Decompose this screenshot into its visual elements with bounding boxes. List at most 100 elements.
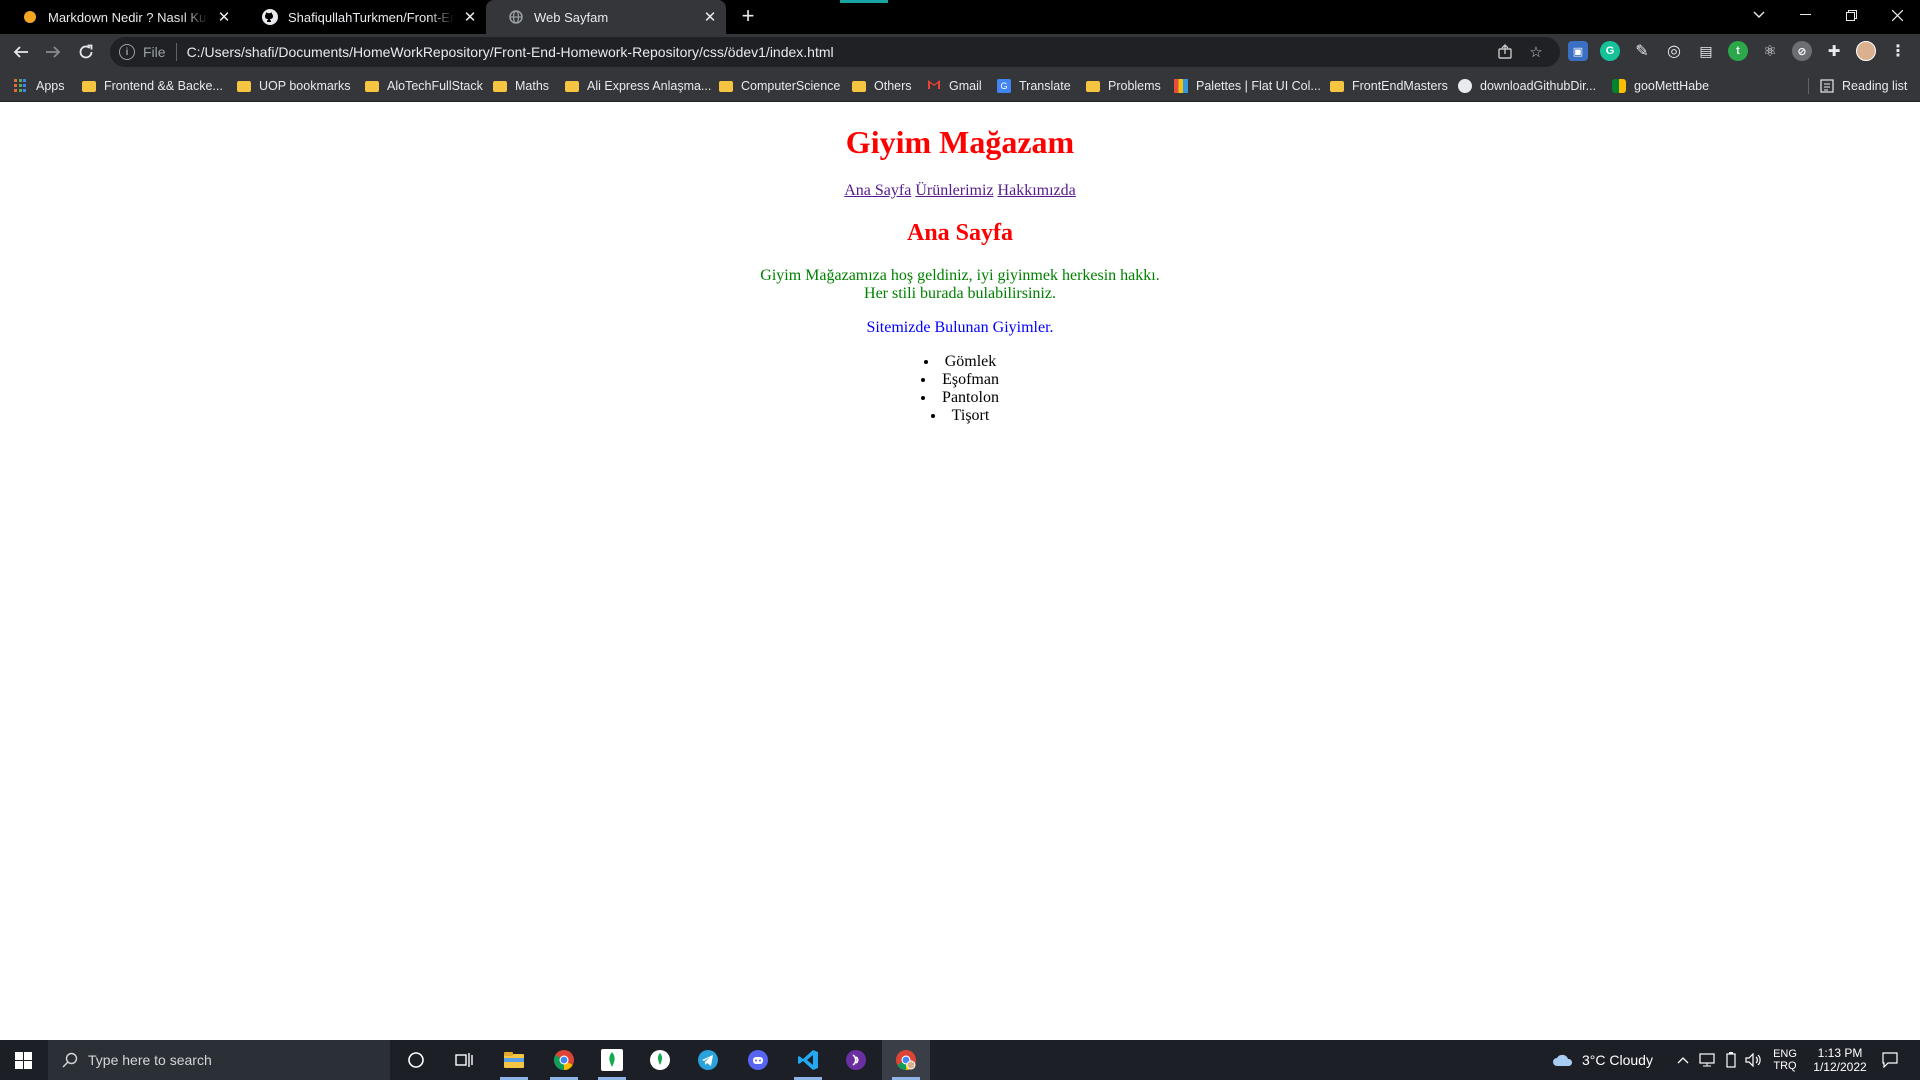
mongodb-icon[interactable] <box>588 1040 636 1080</box>
extensions-puzzle-icon[interactable]: ✚ <box>1824 41 1844 61</box>
share-icon[interactable] <box>1495 42 1515 62</box>
battery-icon[interactable] <box>1720 1040 1742 1080</box>
chrome-icon[interactable] <box>540 1040 588 1080</box>
browser-tab-strip: Markdown Nedir ? Nasıl Kullanılır ✕ Shaf… <box>0 0 1920 34</box>
nav-link-hakkimizda[interactable]: Hakkımızda <box>998 182 1076 199</box>
list-item: Eşofman <box>0 371 1920 389</box>
vscode-icon[interactable] <box>784 1040 832 1080</box>
tab-github[interactable]: ShafiqullahTurkmen/Front-End-H ✕ <box>240 0 486 34</box>
telegram-icon[interactable] <box>684 1040 732 1080</box>
welcome-line-2: Her stili burada bulabilirsiniz. <box>864 285 1056 302</box>
network-icon[interactable] <box>1696 1040 1718 1080</box>
list-item: Pantolon <box>0 389 1920 407</box>
nav-link-urunlerimiz[interactable]: Ürünlerimiz <box>915 182 993 199</box>
language-indicator[interactable]: ENG TRQ <box>1770 1040 1800 1080</box>
bookmark-aliexpress[interactable]: Ali Express Anlaşma... <box>565 70 711 102</box>
divider <box>1808 78 1809 94</box>
apps-grid-icon <box>14 79 28 93</box>
bookmark-computerscience[interactable]: ComputerScience <box>719 70 840 102</box>
volume-icon[interactable] <box>1743 1040 1765 1080</box>
chevron-up-icon[interactable] <box>1672 1040 1694 1080</box>
bookmark-maths[interactable]: Maths <box>493 70 549 102</box>
bookmark-label: Ali Express Anlaşma... <box>587 79 712 93</box>
bookmark-frontendmasters[interactable]: FrontEndMasters <box>1330 70 1448 102</box>
grammarly-icon[interactable]: G <box>1600 41 1620 61</box>
bookmark-frontend-backend[interactable]: Frontend && Backe... <box>82 70 223 102</box>
tab-web-sayfam[interactable]: Web Sayfam ✕ <box>486 0 726 34</box>
bookmark-problems[interactable]: Problems <box>1086 70 1161 102</box>
bookmark-label: gooMettHabe <box>1634 79 1710 93</box>
podcast-app-icon[interactable] <box>832 1040 880 1080</box>
taskbar-search-box[interactable]: Type here to search <box>48 1040 390 1080</box>
bookmark-uop[interactable]: UOP bookmarks <box>237 70 350 102</box>
tab-search-chevron-icon[interactable] <box>1736 0 1782 30</box>
bookmark-label: Translate <box>1019 79 1071 93</box>
target-extension-icon[interactable]: ◎ <box>1664 41 1684 61</box>
tab-markdown[interactable]: Markdown Nedir ? Nasıl Kullanılır ✕ <box>0 0 240 34</box>
reading-list-icon <box>1820 79 1834 93</box>
notification-icon[interactable] <box>1870 1040 1910 1080</box>
bookmark-apps[interactable]: Apps <box>14 70 65 102</box>
folder-icon <box>565 80 579 92</box>
close-window-icon[interactable] <box>1874 0 1920 30</box>
bookmark-others[interactable]: Others <box>852 70 912 102</box>
translate-icon: G <box>997 79 1011 93</box>
nav-link-ana-sayfa[interactable]: Ana Sayfa <box>844 182 911 199</box>
bookmark-palettes[interactable]: Palettes | Flat UI Col... <box>1174 70 1321 102</box>
minimize-icon[interactable] <box>1782 0 1828 30</box>
bookmark-gmail[interactable]: Gmail <box>927 70 982 102</box>
bookmark-downloadgithubdir[interactable]: downloadGithubDir... <box>1458 70 1596 102</box>
save-extension-icon[interactable]: ▣ <box>1568 41 1588 61</box>
bookmark-label: Gmail <box>949 79 982 93</box>
bookmark-label: FrontEndMasters <box>1352 79 1448 93</box>
windows-start-icon[interactable] <box>0 1040 46 1080</box>
new-tab-plus-icon[interactable]: + <box>736 5 760 29</box>
bookmark-star-icon[interactable]: ☆ <box>1526 42 1546 62</box>
profile-avatar[interactable] <box>1856 41 1876 61</box>
palette-icon <box>1174 79 1188 93</box>
weather-widget[interactable]: 3°C Cloudy <box>1552 1040 1670 1080</box>
back-arrow-icon[interactable] <box>7 38 35 66</box>
react-extension-icon[interactable]: ⚛ <box>1760 41 1780 61</box>
address-bar[interactable]: i File C:/Users/shafi/Documents/HomeWork… <box>110 37 1560 67</box>
reading-list-label: Reading list <box>1842 79 1908 93</box>
mongodb-compass-icon[interactable] <box>636 1040 684 1080</box>
info-icon[interactable]: i <box>119 44 135 60</box>
bookmark-translate[interactable]: G Translate <box>997 70 1071 102</box>
search-icon <box>62 1052 78 1068</box>
kebab-menu-icon[interactable]: ⋮ <box>1888 41 1908 61</box>
close-tab-icon[interactable]: ✕ <box>700 7 720 27</box>
bookmark-goomett[interactable]: gooMettHabe <box>1612 70 1709 102</box>
gmail-icon <box>927 79 941 93</box>
cortana-icon[interactable] <box>392 1040 440 1080</box>
reload-icon[interactable] <box>72 38 100 66</box>
tab-title: Web Sayfam <box>534 9 609 25</box>
search-placeholder: Type here to search <box>88 1052 212 1068</box>
bookmark-alotech[interactable]: AloTechFullStack <box>365 70 483 102</box>
keyboard-layout: TRQ <box>1773 1060 1797 1072</box>
clock[interactable]: 1:13 PM 1/12/2022 <box>1804 1040 1876 1080</box>
welcome-text: Giyim Mağazamıza hoş geldiniz, iyi giyin… <box>0 267 1920 303</box>
close-tab-icon[interactable]: ✕ <box>214 7 234 27</box>
file-explorer-icon[interactable] <box>490 1040 538 1080</box>
close-tab-icon[interactable]: ✕ <box>460 7 480 27</box>
task-view-icon[interactable] <box>440 1040 488 1080</box>
restore-icon[interactable] <box>1828 0 1874 30</box>
folder-icon <box>719 80 733 92</box>
folder-icon <box>82 80 96 92</box>
browser-toolbar: i File C:/Users/shafi/Documents/HomeWork… <box>0 34 1920 70</box>
t-extension-icon[interactable]: t <box>1728 41 1748 61</box>
forward-arrow-icon[interactable] <box>39 38 67 66</box>
folder-icon <box>365 80 379 92</box>
windows-taskbar: Type here to search 3°C Cloudy ENG TRQ 1… <box>0 1040 1920 1080</box>
clipboard-extension-icon[interactable]: ▤ <box>1696 41 1716 61</box>
loading-indicator <box>840 0 888 3</box>
reading-list-button[interactable]: Reading list <box>1820 70 1907 102</box>
pen-extension-icon[interactable]: ✎ <box>1632 41 1652 61</box>
url-text[interactable]: C:/Users/shafi/Documents/HomeWorkReposit… <box>187 44 834 60</box>
discord-icon[interactable] <box>734 1040 782 1080</box>
weather-text: 3°C Cloudy <box>1582 1052 1653 1068</box>
folder-icon <box>1330 80 1344 92</box>
chrome-profile-icon[interactable] <box>882 1040 930 1080</box>
block-extension-icon[interactable]: ⊘ <box>1792 41 1812 61</box>
